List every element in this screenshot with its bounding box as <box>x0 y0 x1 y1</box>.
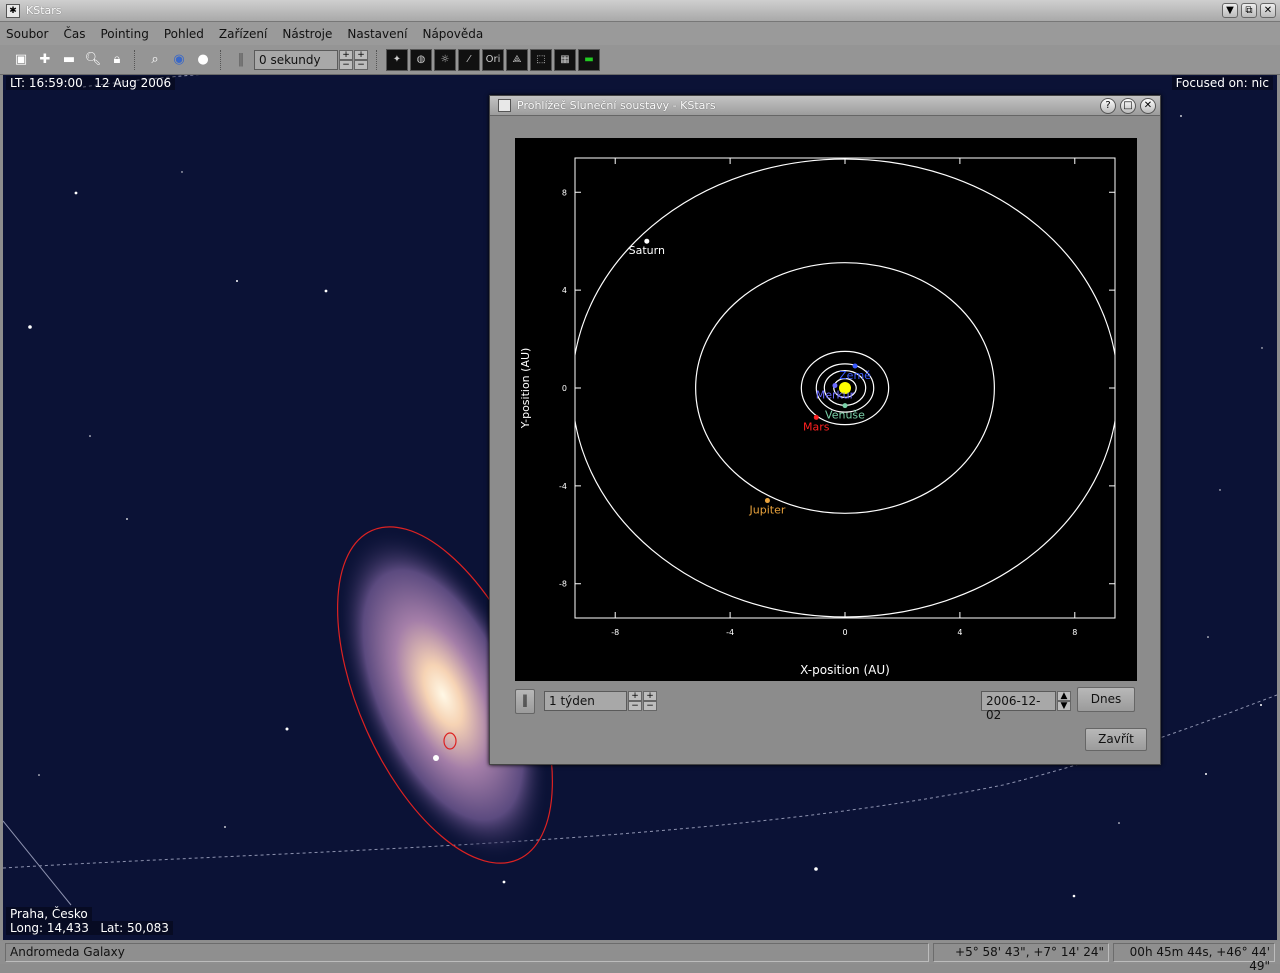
horizon-icon[interactable]: ▬ <box>578 48 600 71</box>
x-tick-label: 0 <box>842 628 847 637</box>
unit-down-icon[interactable]: − <box>354 59 368 70</box>
deep-sky-icon[interactable]: ◍ <box>410 48 432 71</box>
planet-zem <box>852 363 858 369</box>
dialog-titlebar[interactable]: Prohlížeč Sluneční soustavy - KStars ? □… <box>490 96 1160 116</box>
planet-mars <box>813 414 819 420</box>
window-titlebar[interactable]: ✱ KStars ▼ ⧉ ✕ <box>0 0 1280 22</box>
planet-jupiter <box>764 498 770 504</box>
stars-icon[interactable]: ✦ <box>386 48 408 71</box>
dialog-title: Prohlížeč Sluneční soustavy - KStars <box>517 99 716 112</box>
planet-venue-label: Venuše <box>825 409 865 422</box>
dialog-time-step[interactable]: 1 týden + − + − <box>544 690 657 711</box>
planet-mars-label: Mars <box>803 420 830 433</box>
zoom-in-icon[interactable]: ✚ <box>34 49 56 71</box>
x-tick-label: -4 <box>726 628 734 637</box>
step-up-icon[interactable]: + <box>339 49 353 60</box>
menubar: Soubor Čas Pointing Pohled Zařízení Nást… <box>0 22 1280 45</box>
zoom-out-icon[interactable]: ▬ <box>58 49 80 71</box>
solar-system-plot[interactable]: -8 -4 0 4 8 8 4 0 -4 -8 X-position (AU) Y-position … <box>515 138 1137 681</box>
help-icon[interactable]: ? <box>1100 98 1116 114</box>
globe-icon[interactable]: ◉ <box>168 49 190 71</box>
restore-window-icon[interactable]: ⧉ <box>1241 3 1257 18</box>
pause-button[interactable]: ‖ <box>515 689 535 714</box>
y-tick-label: -4 <box>559 482 567 491</box>
constellation-names-icon[interactable]: Ori <box>482 48 504 71</box>
constellation-lines-icon[interactable]: ⟁ <box>506 48 528 71</box>
menu-pointing[interactable]: Pointing <box>100 27 148 41</box>
orbit-chart: -8 -4 0 4 8 8 4 0 -4 -8 X-position (AU) Y-position … <box>519 157 1116 677</box>
location-label: Praha, Česko <box>6 907 92 921</box>
toolbar: ▣ ✚ ▬ 🔍︎ 🔒︎ ⌕ ◉ ● ‖ 0 sekundy + − + − ✦ ◍ … <box>0 45 1280 75</box>
toolbar-separator <box>134 49 140 70</box>
planet-saturn <box>644 238 650 244</box>
menu-nastaveni[interactable]: Nastavení <box>347 27 407 41</box>
unit-up-icon[interactable]: + <box>354 49 368 60</box>
planet-merkur-label: Merkur <box>816 389 855 402</box>
step-down-icon[interactable]: − <box>339 59 353 70</box>
unit-up-icon[interactable]: + <box>643 690 657 701</box>
maximize-icon[interactable]: □ <box>1120 98 1136 114</box>
planet-venue <box>842 403 848 409</box>
find-icon[interactable]: ⌕ <box>144 49 166 71</box>
date-field[interactable]: 2006-12-02 <box>981 690 1056 722</box>
close-button[interactable]: Zavřít <box>1085 728 1147 751</box>
unit-down-icon[interactable]: − <box>643 700 657 711</box>
date-spinbox[interactable]: 2006-12-02 ▲ ▼ <box>981 690 1071 722</box>
date-up-icon[interactable]: ▲ <box>1057 690 1071 701</box>
status-radec: 00h 45m 44s, +46° 44' 49" <box>1113 943 1275 973</box>
menu-soubor[interactable]: Soubor <box>6 27 48 41</box>
kstars-icon[interactable]: ✱ <box>6 3 20 18</box>
y-axis-label: Y-position (AU) <box>519 348 532 430</box>
y-tick-label: 4 <box>562 286 567 295</box>
milky-way-icon[interactable]: ⁄ <box>458 48 480 71</box>
x-tick-label: 8 <box>1072 628 1077 637</box>
step-up-icon[interactable]: + <box>628 690 642 701</box>
window-controls: ▼ ⧉ ✕ <box>1222 3 1276 18</box>
x-tick-label: -8 <box>611 628 619 637</box>
kstars-icon[interactable] <box>498 99 511 112</box>
menu-pohled[interactable]: Pohled <box>164 27 204 41</box>
boundaries-icon[interactable]: ⬚ <box>530 48 552 71</box>
solar-system-viewer-dialog: Prohlížeč Sluneční soustavy - KStars ? □… <box>489 95 1161 765</box>
dialog-time-step-field[interactable]: 1 týden <box>544 690 627 711</box>
time-step-field[interactable]: 0 sekundy <box>254 49 338 70</box>
pause-icon[interactable]: ‖ <box>230 49 252 71</box>
y-tick-label: -8 <box>559 580 567 589</box>
local-time-label: LT: 16:59:00 12 Aug 2006 <box>6 76 176 90</box>
planet-merkur <box>832 383 838 389</box>
focus-label: Focused on: nic <box>1171 76 1273 90</box>
sphere-icon[interactable]: ● <box>192 49 214 71</box>
x-tick-label: 4 <box>957 628 962 637</box>
status-bar: Andromeda Galaxy +5° 58' 43", +7° 14' 24… <box>0 941 1280 973</box>
planet-jupiter-label: Jupiter <box>749 504 786 517</box>
center-icon[interactable]: ▣ <box>10 49 32 71</box>
close-icon[interactable]: ✕ <box>1140 98 1156 114</box>
dialog-controls: ‖ 1 týden + − + − 2006-12-02 ▲ ▼ Dnes <box>515 687 1137 722</box>
search-icon[interactable]: 🔍︎ <box>82 49 104 71</box>
coordinates-label: Long: 14,433 Lat: 50,083 <box>6 921 173 935</box>
status-object: Andromeda Galaxy <box>5 943 929 962</box>
window-title: KStars <box>26 4 62 17</box>
time-step-spinbox[interactable]: 0 sekundy + − + − <box>254 49 368 70</box>
close-window-icon[interactable]: ✕ <box>1260 3 1276 18</box>
today-button[interactable]: Dnes <box>1077 687 1135 712</box>
status-altaz: +5° 58' 43", +7° 14' 24" <box>933 943 1109 962</box>
shade-window-icon[interactable]: ▼ <box>1222 3 1238 18</box>
menu-nastroje[interactable]: Nástroje <box>282 27 332 41</box>
x-axis-label: X-position (AU) <box>800 663 890 677</box>
solar-system-icon[interactable]: ☼ <box>434 48 456 71</box>
toolbar-separator <box>376 49 382 70</box>
lock-icon[interactable]: 🔒︎ <box>106 49 128 71</box>
menu-cas[interactable]: Čas <box>63 27 85 41</box>
grid-icon[interactable]: ▦ <box>554 48 576 71</box>
date-down-icon[interactable]: ▼ <box>1057 700 1071 711</box>
menu-napoveda[interactable]: Nápověda <box>422 27 483 41</box>
y-tick-label: 8 <box>562 188 567 197</box>
planet-zem-label: Země <box>839 369 871 382</box>
y-tick-label: 0 <box>562 384 567 393</box>
step-down-icon[interactable]: − <box>628 700 642 711</box>
menu-zarizeni[interactable]: Zařízení <box>219 27 267 41</box>
toolbar-separator <box>220 49 226 70</box>
planet-saturn-label: Saturn <box>629 244 665 257</box>
